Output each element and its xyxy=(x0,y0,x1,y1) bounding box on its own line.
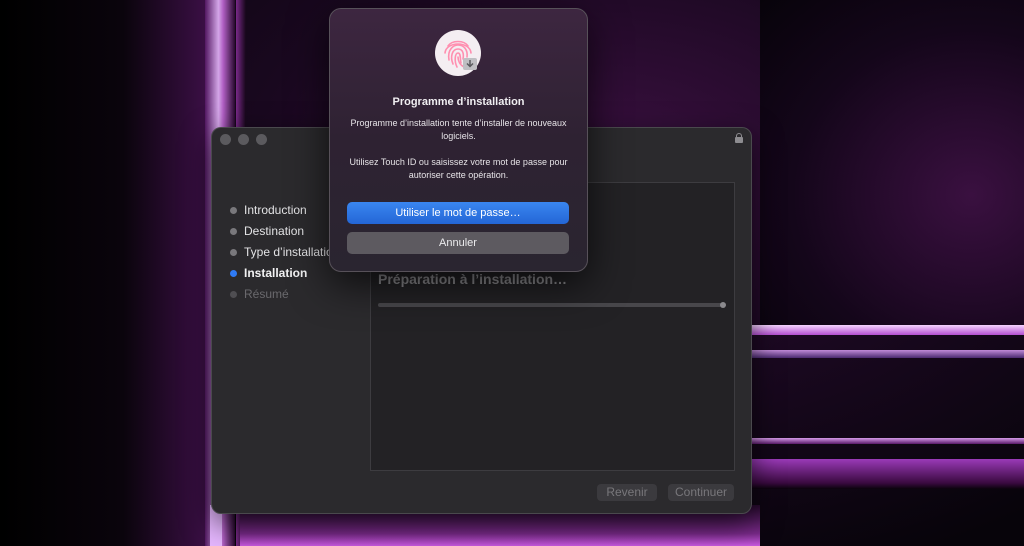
use-password-button[interactable]: Utiliser le mot de passe… xyxy=(347,202,569,224)
zoom-window-button[interactable] xyxy=(256,134,267,145)
installation-status-text: Préparation à l’installation… xyxy=(378,271,568,287)
dialog-instruction: Utilisez Touch ID ou saisissez votre mot… xyxy=(349,157,568,180)
touch-id-fingerprint-icon xyxy=(435,30,481,76)
back-button[interactable]: Revenir xyxy=(597,484,657,501)
progress-indicator xyxy=(720,302,726,308)
authentication-dialog: Programme d’installation Programme d’ins… xyxy=(329,8,588,272)
minimize-window-button[interactable] xyxy=(238,134,249,145)
step-label: Type d’installation xyxy=(244,245,340,259)
step-bullet-icon xyxy=(230,291,237,298)
step-bullet-icon xyxy=(230,270,237,277)
step-bullet-icon xyxy=(230,207,237,214)
dialog-message: Programme d’installation tente d’install… xyxy=(350,118,567,141)
step-label: Introduction xyxy=(244,203,307,217)
close-window-button[interactable] xyxy=(220,134,231,145)
continue-button[interactable]: Continuer xyxy=(668,484,734,501)
step-label: Destination xyxy=(244,224,305,238)
step-bullet-icon xyxy=(230,228,237,235)
lock-icon xyxy=(735,133,743,143)
dialog-title: Programme d’installation xyxy=(392,96,525,108)
step-label: Installation xyxy=(244,266,308,280)
cancel-button[interactable]: Annuler xyxy=(347,232,569,254)
step-summary: Résumé xyxy=(228,284,368,305)
installation-progress-bar xyxy=(378,302,726,308)
step-bullet-icon xyxy=(230,249,237,256)
step-label: Résumé xyxy=(244,287,289,301)
